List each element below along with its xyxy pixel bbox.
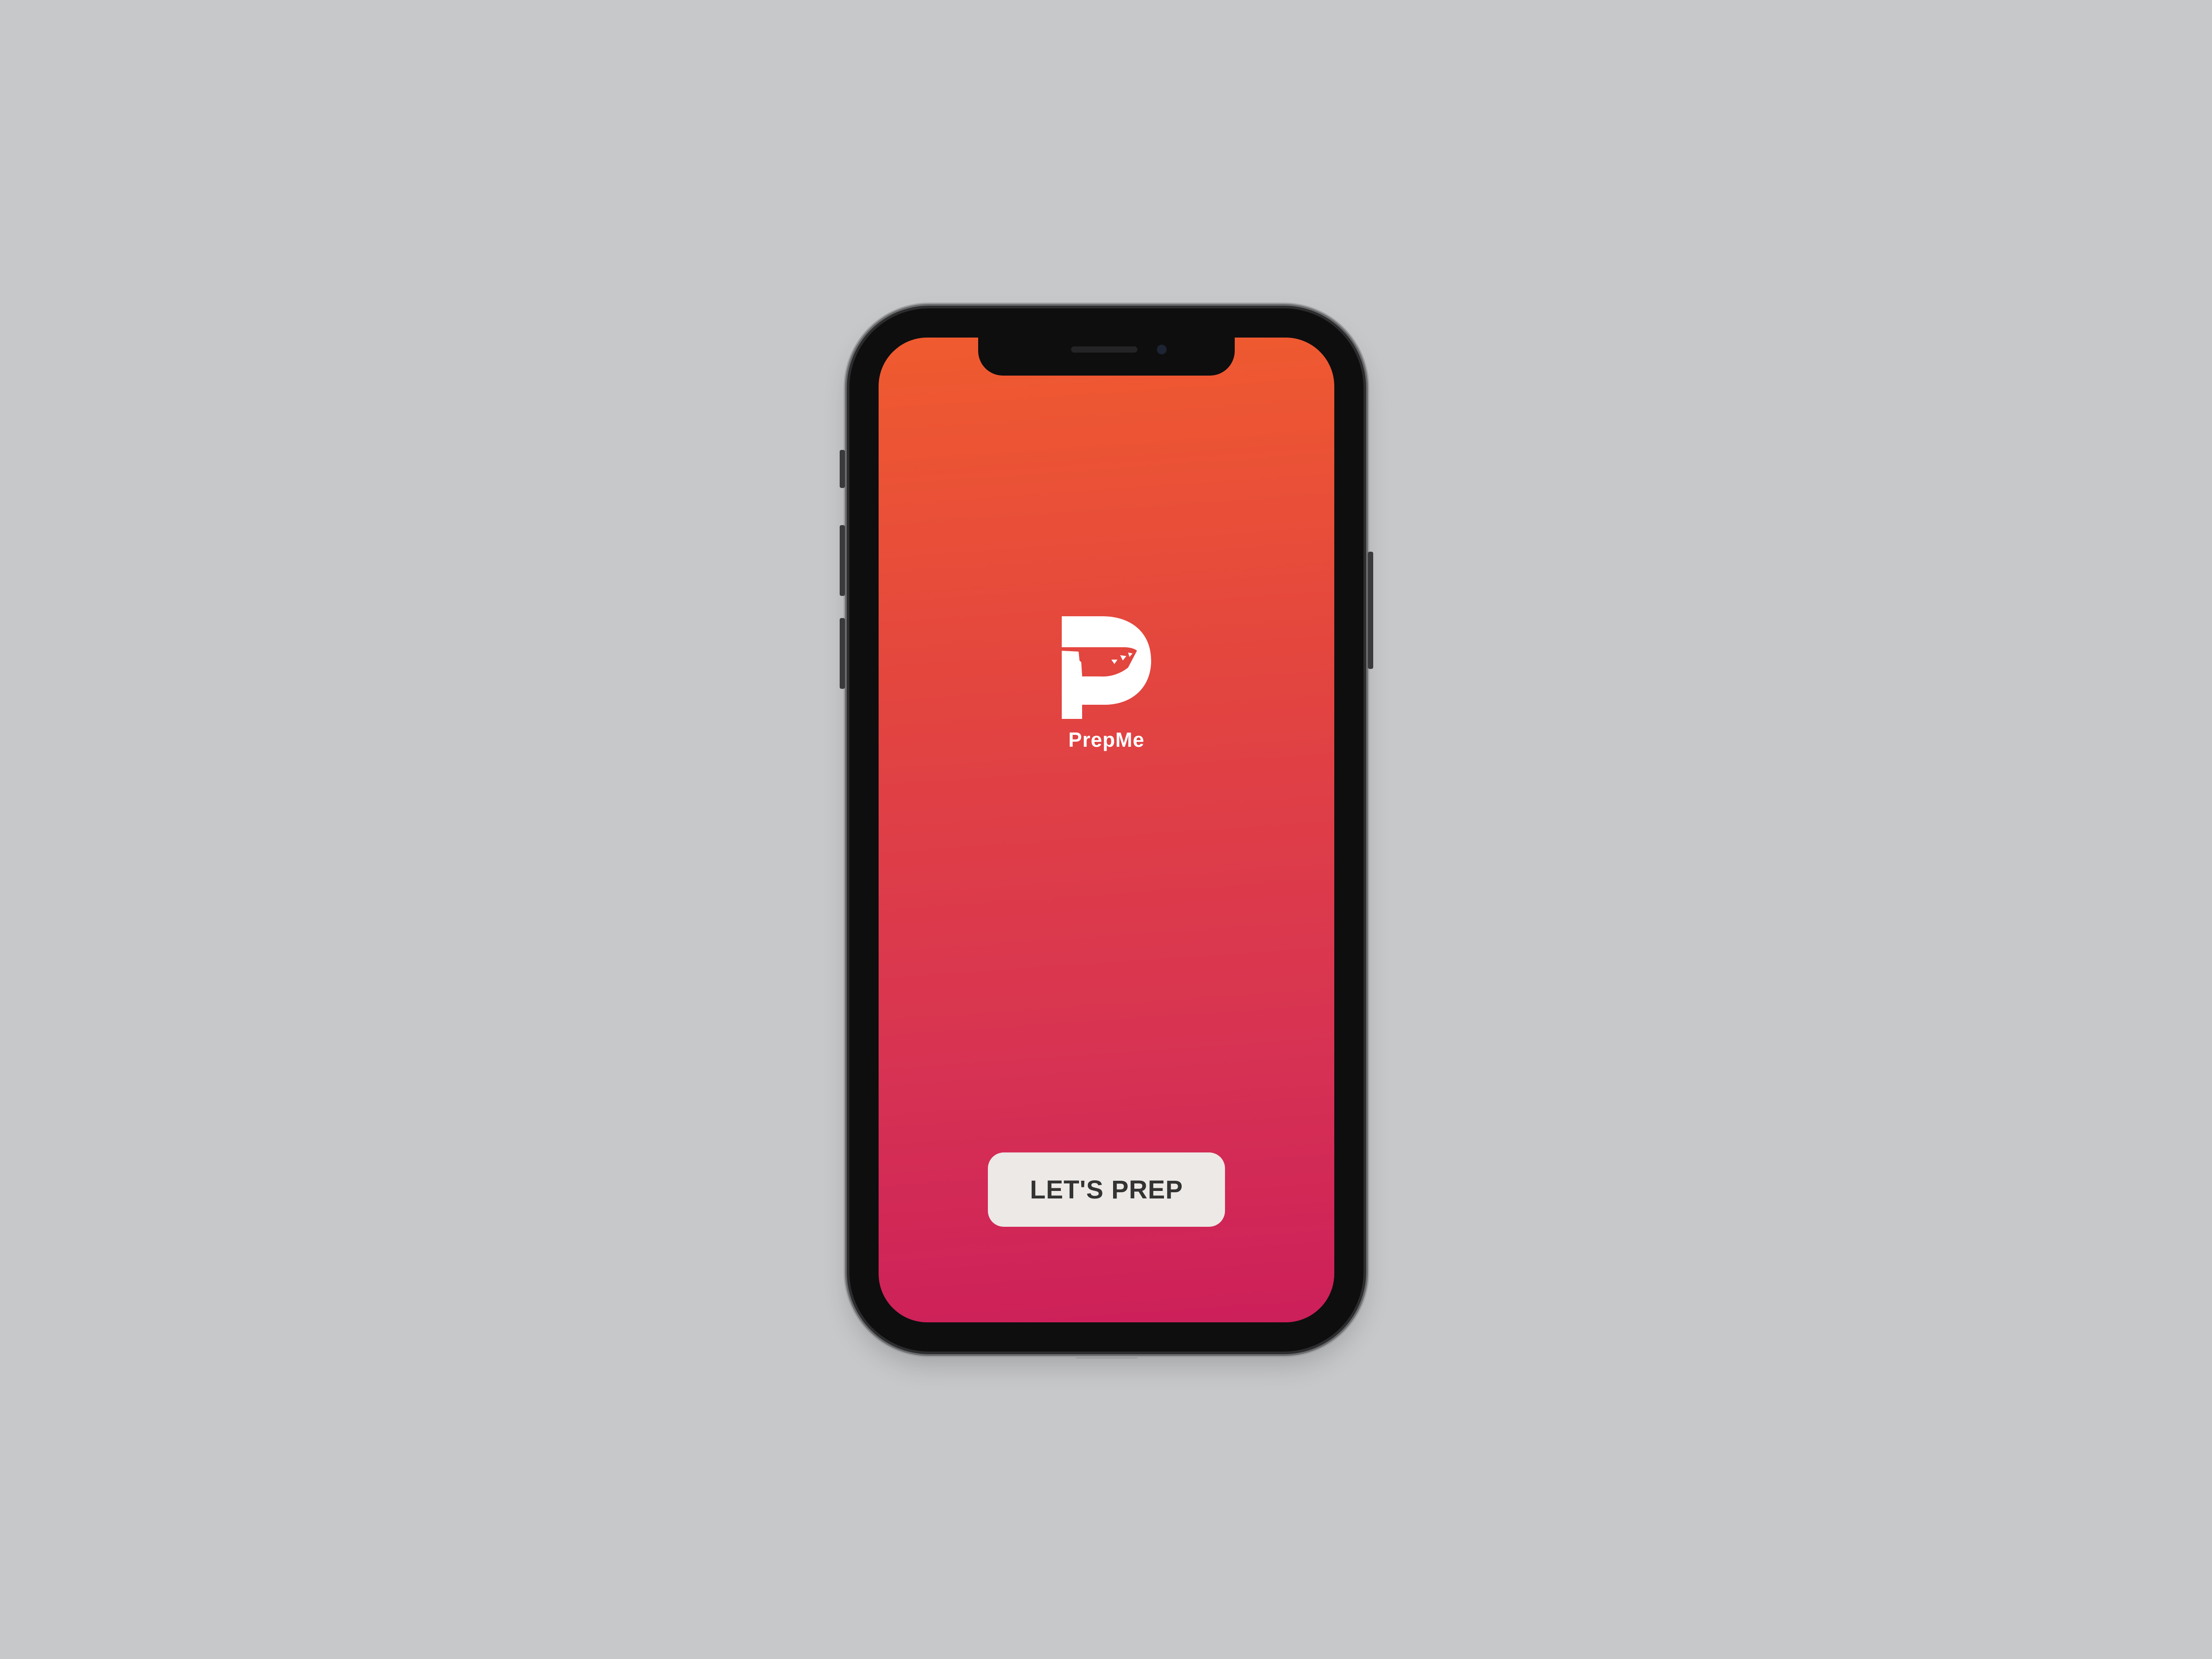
phone-mockup: PrepMe LET'S PREP [840,308,1373,1359]
app-name: PrepMe [1068,728,1145,751]
volume-down-button [840,618,845,689]
bottom-edge-accent [1075,1356,1137,1359]
splash-screen: PrepMe LET'S PREP [879,338,1334,1322]
power-button [1368,552,1373,669]
lets-prep-button[interactable]: LET'S PREP [988,1152,1225,1227]
notch [978,338,1235,376]
prepme-p-logo-icon [1062,616,1151,719]
front-camera-icon [1157,345,1167,354]
speaker-grille [1071,346,1137,353]
volume-up-button [840,525,845,596]
mute-switch [840,450,845,488]
